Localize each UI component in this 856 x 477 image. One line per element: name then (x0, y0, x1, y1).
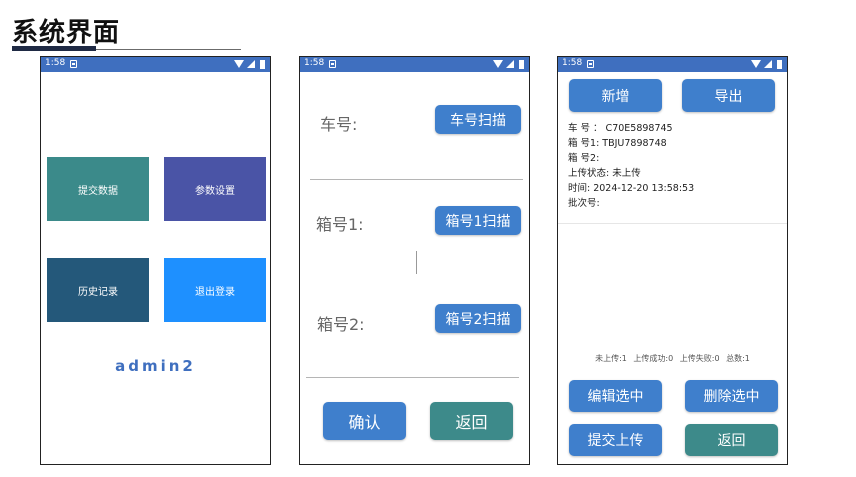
phone-screen-records: 1:58 新增 导出 车 号 ： C70E5898745 箱 号1: TBJU7… (557, 56, 788, 465)
status-bar: 1:58 (300, 57, 529, 72)
page-title: 系统界面 (12, 18, 121, 48)
username-label: admin2 (115, 357, 196, 375)
back-button[interactable]: 返回 (430, 402, 513, 440)
root: 系统界面 1:58 提交数据 参数设置 历史记录 退出登录 admin2 1:5… (0, 0, 856, 477)
wifi-icon (234, 60, 244, 68)
notification-icon (70, 60, 77, 68)
record-car-number: 车 号 ： C70E5898745 (568, 123, 673, 134)
signal-icon (764, 60, 772, 68)
stat-failed: 上传失败:0 (679, 354, 720, 363)
wifi-icon (751, 60, 761, 68)
box1-label: 箱号1: (316, 215, 364, 234)
back-button[interactable]: 返回 (685, 424, 778, 456)
stat-not-uploaded: 未上传:1 (595, 354, 627, 363)
battery-icon (777, 60, 782, 69)
divider (310, 179, 523, 180)
history-tile[interactable]: 历史记录 (47, 258, 149, 322)
phone-screen-menu: 1:58 提交数据 参数设置 历史记录 退出登录 admin2 (40, 56, 271, 465)
stat-total: 总数:1 (726, 354, 750, 363)
record-box2: 箱 号2: (568, 153, 600, 164)
car-number-label: 车号: (320, 115, 358, 134)
record-upload-status: 上传状态: 未上传 (568, 168, 641, 179)
status-time: 1:58 (304, 58, 325, 68)
export-button[interactable]: 导出 (682, 79, 775, 112)
battery-icon (260, 60, 265, 69)
battery-icon (519, 60, 524, 69)
text-cursor (416, 251, 417, 274)
record-time: 时间: 2024-12-20 13:58:53 (568, 183, 695, 194)
phone-screen-scan: 1:58 车号: 车号扫描 箱号1: 箱号1扫描 箱号2: 箱号2扫描 确认 返… (299, 56, 530, 465)
status-time: 1:58 (562, 58, 583, 68)
divider (306, 377, 519, 378)
box2-label: 箱号2: (317, 315, 365, 334)
list-divider (558, 223, 787, 224)
delete-selected-button[interactable]: 删除选中 (685, 380, 778, 412)
signal-icon (506, 60, 514, 68)
status-time: 1:58 (45, 58, 66, 68)
title-underline-accent (12, 46, 96, 51)
notification-icon (587, 60, 594, 68)
wifi-icon (493, 60, 503, 68)
add-button[interactable]: 新增 (569, 79, 662, 112)
upload-stats: 未上传:1 上传成功:0 上传失败:0 总数:1 (558, 353, 787, 364)
confirm-button[interactable]: 确认 (323, 402, 406, 440)
record-box1: 箱 号1: TBJU7898748 (568, 138, 667, 149)
notification-icon (329, 60, 336, 68)
box2-scan-button[interactable]: 箱号2扫描 (435, 304, 521, 333)
car-scan-button[interactable]: 车号扫描 (435, 105, 521, 134)
record-batch: 批次号: (568, 198, 600, 209)
settings-tile[interactable]: 参数设置 (164, 157, 266, 221)
edit-selected-button[interactable]: 编辑选中 (569, 380, 662, 412)
stat-success: 上传成功:0 (633, 354, 674, 363)
submit-upload-button[interactable]: 提交上传 (569, 424, 662, 456)
logout-tile[interactable]: 退出登录 (164, 258, 266, 322)
record-list-item[interactable]: 车 号 ： C70E5898745 箱 号1: TBJU7898748 箱 号2… (568, 121, 694, 211)
status-bar: 1:58 (41, 57, 270, 72)
signal-icon (247, 60, 255, 68)
submit-data-tile[interactable]: 提交数据 (47, 157, 149, 221)
status-bar: 1:58 (558, 57, 787, 72)
box1-scan-button[interactable]: 箱号1扫描 (435, 206, 521, 235)
title-underline (96, 49, 241, 50)
